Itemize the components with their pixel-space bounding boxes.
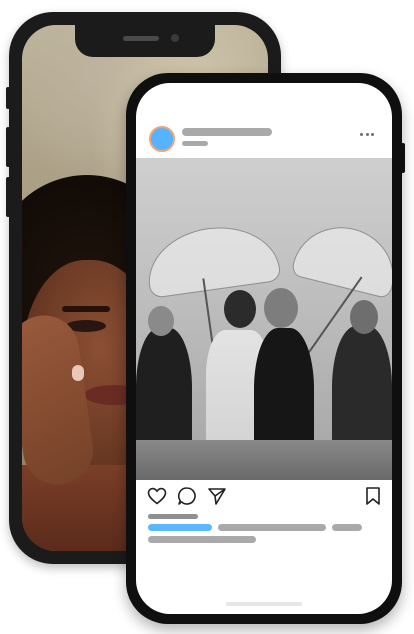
post-photo[interactable]	[136, 158, 392, 480]
send-icon[interactable]	[206, 485, 228, 507]
partner-head	[264, 288, 298, 328]
ground	[136, 440, 392, 480]
notch-camera	[171, 34, 179, 42]
umbrella-left	[142, 219, 282, 299]
location-placeholder	[182, 141, 208, 146]
caption-placeholder	[218, 524, 326, 531]
guest-left-head	[148, 306, 174, 336]
comment-icon[interactable]	[176, 485, 198, 507]
caption-placeholder	[332, 524, 362, 531]
guest-right-head	[350, 300, 378, 334]
mockup-stage	[0, 0, 414, 634]
caption-placeholder	[148, 536, 256, 543]
side-button	[401, 143, 405, 173]
avatar[interactable]	[149, 126, 175, 152]
post-actions	[136, 485, 392, 513]
side-button	[6, 177, 10, 217]
caption-username-highlight[interactable]	[148, 524, 212, 531]
more-horizontal-icon[interactable]	[360, 133, 374, 137]
home-indicator[interactable]	[226, 602, 302, 606]
post-header	[136, 83, 392, 153]
side-button	[6, 87, 10, 109]
notch-speaker	[123, 36, 159, 41]
portrait-nail	[72, 365, 84, 381]
front-phone-screen	[136, 83, 392, 614]
side-button	[6, 127, 10, 167]
portrait-brow	[62, 306, 110, 312]
umbrella-right	[290, 216, 392, 300]
heart-icon[interactable]	[146, 485, 168, 507]
username-placeholder[interactable]	[182, 128, 272, 136]
bookmark-icon[interactable]	[362, 485, 384, 507]
likes-placeholder	[148, 514, 198, 519]
front-phone	[126, 73, 405, 624]
bride-head	[224, 290, 256, 328]
notch	[75, 25, 215, 57]
